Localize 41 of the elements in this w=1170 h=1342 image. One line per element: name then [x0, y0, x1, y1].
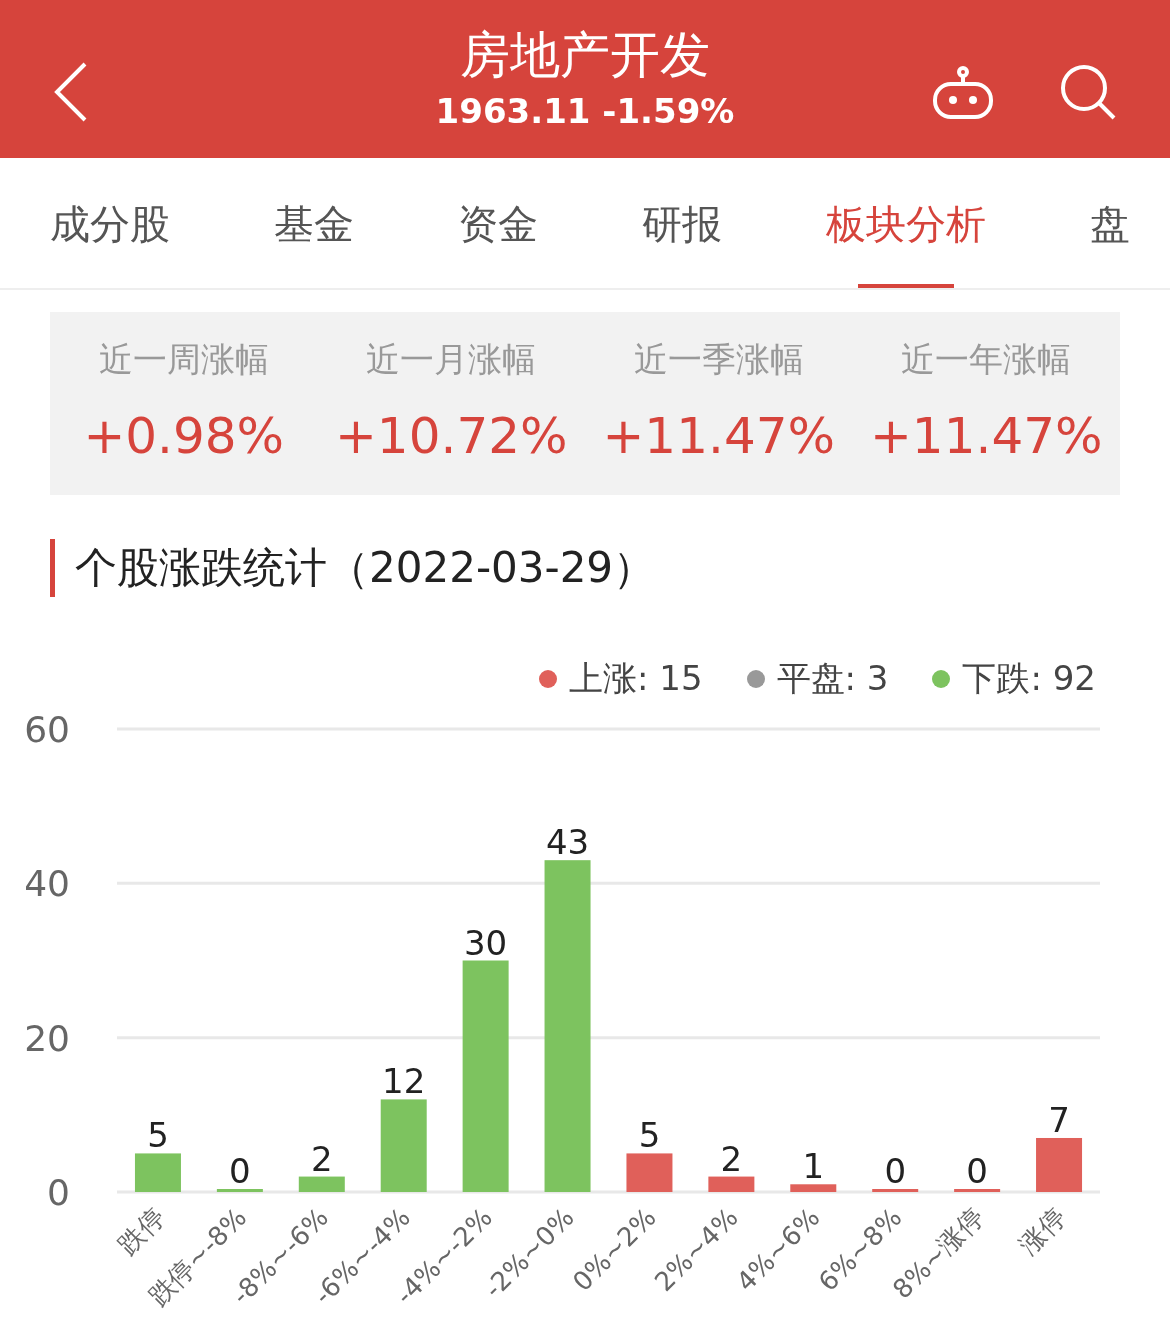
stat-value: +11.47%: [601, 405, 836, 467]
legend-label: 下跌: 92: [962, 657, 1096, 700]
robot-icon[interactable]: [932, 66, 994, 120]
legend-label: 平盘: 3: [776, 657, 889, 700]
bar-value-label: 0: [884, 1151, 907, 1191]
stat-label: 近一周涨幅: [97, 337, 270, 381]
stat-value: +11.47%: [868, 405, 1104, 467]
stat-value: +0.98%: [82, 405, 286, 467]
page-title: 房地产开发: [459, 30, 711, 80]
bar-value-label: 0: [229, 1151, 251, 1191]
bar-value-label: 12: [382, 1061, 426, 1102]
x-tick-label: 涨停: [1013, 1202, 1072, 1260]
y-tick-label: 20: [24, 1017, 70, 1059]
bar-value-label: 0: [966, 1151, 988, 1191]
bar-value-label: 5: [638, 1115, 661, 1156]
bar-value-label: 43: [545, 822, 590, 863]
stat-label: 近一月涨幅: [365, 337, 538, 381]
bar-value-label: 2: [720, 1138, 743, 1179]
y-tick-label: 40: [24, 863, 70, 905]
y-tick-label: 60: [24, 714, 70, 750]
tab[interactable]: 盘: [1090, 158, 1130, 288]
section-title: 个股涨跌统计（2022-03-29）: [50, 539, 1120, 597]
bar-value-label: 2: [310, 1138, 333, 1179]
index-quote: 1963.11 -1.59%: [435, 94, 735, 128]
x-tick-label: 跌停: [112, 1202, 171, 1260]
y-tick-label: 0: [47, 1172, 70, 1213]
tab[interactable]: 基金: [274, 158, 354, 288]
stat-label: 近一季涨幅: [632, 337, 805, 381]
back-icon[interactable]: [54, 62, 88, 122]
tab[interactable]: 研报: [642, 158, 722, 288]
tab[interactable]: 成分股: [50, 158, 170, 288]
bar-value-label: 1: [802, 1146, 825, 1187]
bar-value-label: 5: [147, 1115, 169, 1156]
bar-value-label: 30: [464, 922, 508, 963]
stat-label: 近一年涨幅: [900, 337, 1073, 381]
search-icon[interactable]: [1060, 64, 1116, 120]
bar-value-label: 7: [1048, 1100, 1070, 1140]
tab[interactable]: 板块分析: [826, 158, 986, 288]
tab[interactable]: 资金: [458, 158, 538, 288]
stat-value: +10.72%: [333, 405, 569, 467]
legend-label: 上涨: 15: [569, 657, 703, 700]
